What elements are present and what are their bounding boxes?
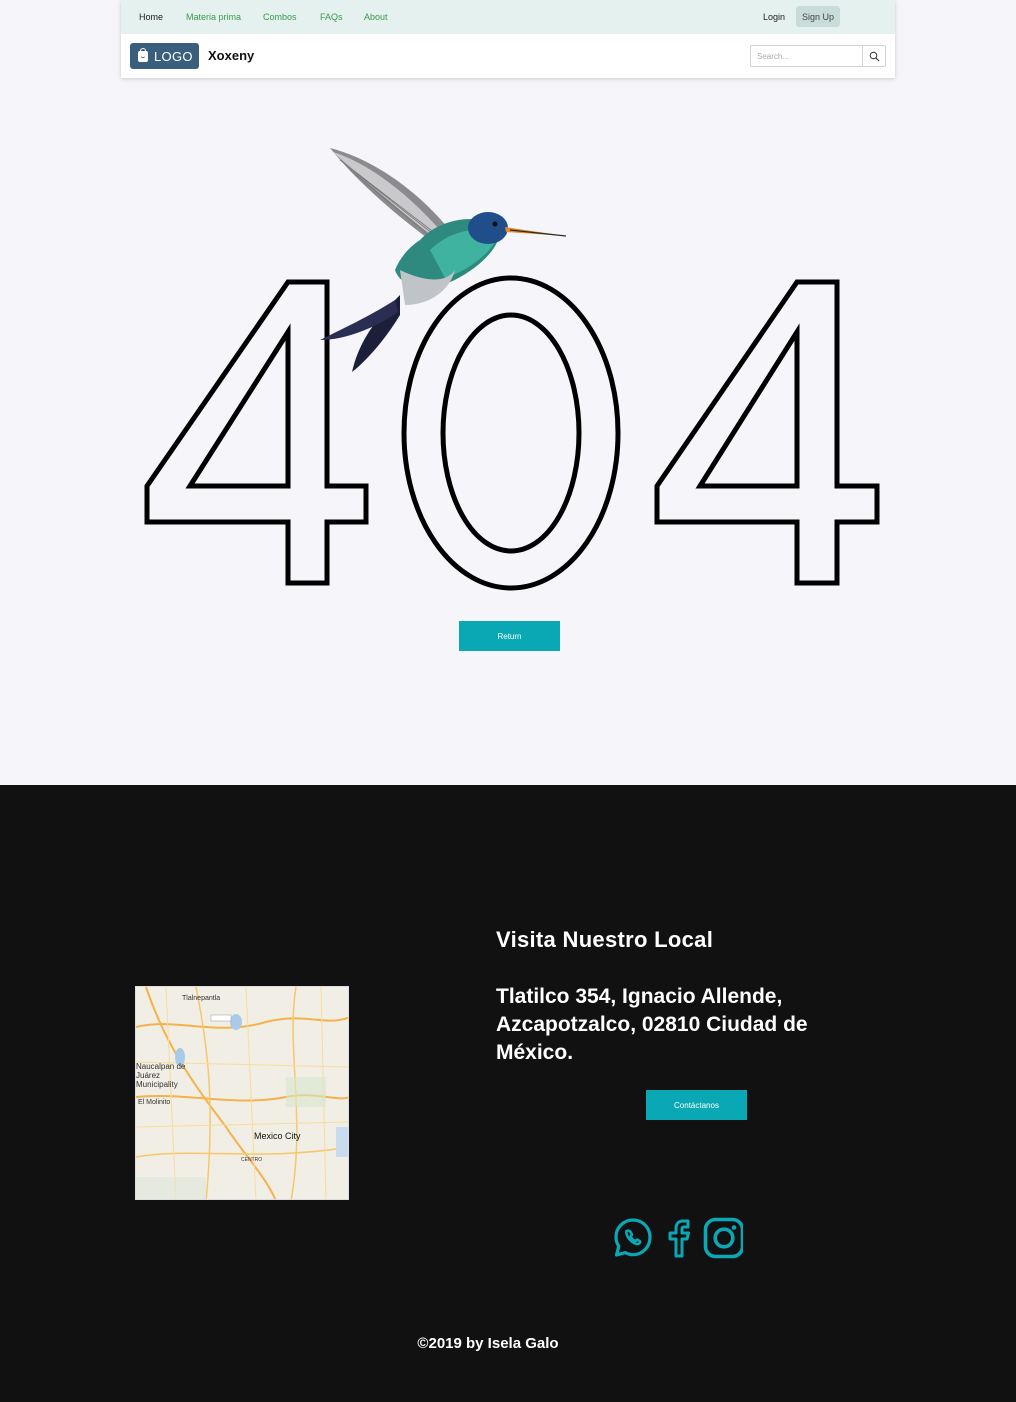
address-text: Tlatilco 354, Ignacio Allende, Azcapotza… xyxy=(496,985,808,1064)
brand-name: Xoxeny xyxy=(208,48,255,63)
search-button[interactable] xyxy=(862,45,886,67)
nav-materia-prima[interactable]: Materia prima xyxy=(186,12,241,22)
map-label-naucalpan: Naucalpan de Juárez Municipality xyxy=(136,1062,186,1089)
nav-about[interactable]: About xyxy=(364,12,388,22)
location-map[interactable]: Tlalnepantla Naucalpan de Juárez Municip… xyxy=(135,986,349,1200)
facebook-icon[interactable] xyxy=(660,1216,700,1260)
nav-combos[interactable]: Combos xyxy=(263,12,297,22)
digit-zero xyxy=(401,275,621,591)
login-link[interactable]: Login xyxy=(763,12,785,22)
nav-home[interactable]: Home xyxy=(139,12,163,22)
map-label-el-molinito: El Molinito xyxy=(138,1099,171,1106)
copyright-text: ©2019 by Isela Galo xyxy=(417,1335,559,1352)
nav-faqs[interactable]: FAQs xyxy=(320,12,343,22)
contact-button[interactable]: Contáctanos xyxy=(646,1090,747,1120)
error-graphic xyxy=(144,148,880,591)
search-icon xyxy=(869,51,880,62)
site-footer: Tlalnepantla Naucalpan de Juárez Municip… xyxy=(0,785,1016,1402)
digit-four-right xyxy=(654,279,880,586)
brand-bar: LOGO Xoxeny xyxy=(121,34,895,78)
logo[interactable]: LOGO xyxy=(130,43,199,69)
signup-button[interactable]: Sign Up xyxy=(796,6,840,27)
map-graphic xyxy=(136,987,348,1199)
top-nav-bar: Home Materia prima Combos FAQs About Log… xyxy=(121,0,895,34)
visit-title: Visita Nuestro Local xyxy=(496,927,714,952)
whatsapp-icon[interactable] xyxy=(613,1216,653,1260)
instagram-icon[interactable] xyxy=(703,1216,743,1260)
site-header: Home Materia prima Combos FAQs About Log… xyxy=(121,0,895,78)
digit-four-left xyxy=(144,279,369,586)
return-button[interactable]: Return xyxy=(459,621,560,651)
error-hero xyxy=(0,100,1016,660)
hummingbird-image xyxy=(320,148,567,372)
shopping-bag-icon xyxy=(138,47,148,62)
map-label-mexico-city: Mexico City xyxy=(254,1131,301,1141)
map-label-centro: CENTRO xyxy=(241,1157,263,1163)
map-label-tlalnepantla: Tlalnepantla xyxy=(182,995,221,1002)
logo-text: LOGO xyxy=(154,48,193,64)
search-input[interactable] xyxy=(750,45,863,67)
